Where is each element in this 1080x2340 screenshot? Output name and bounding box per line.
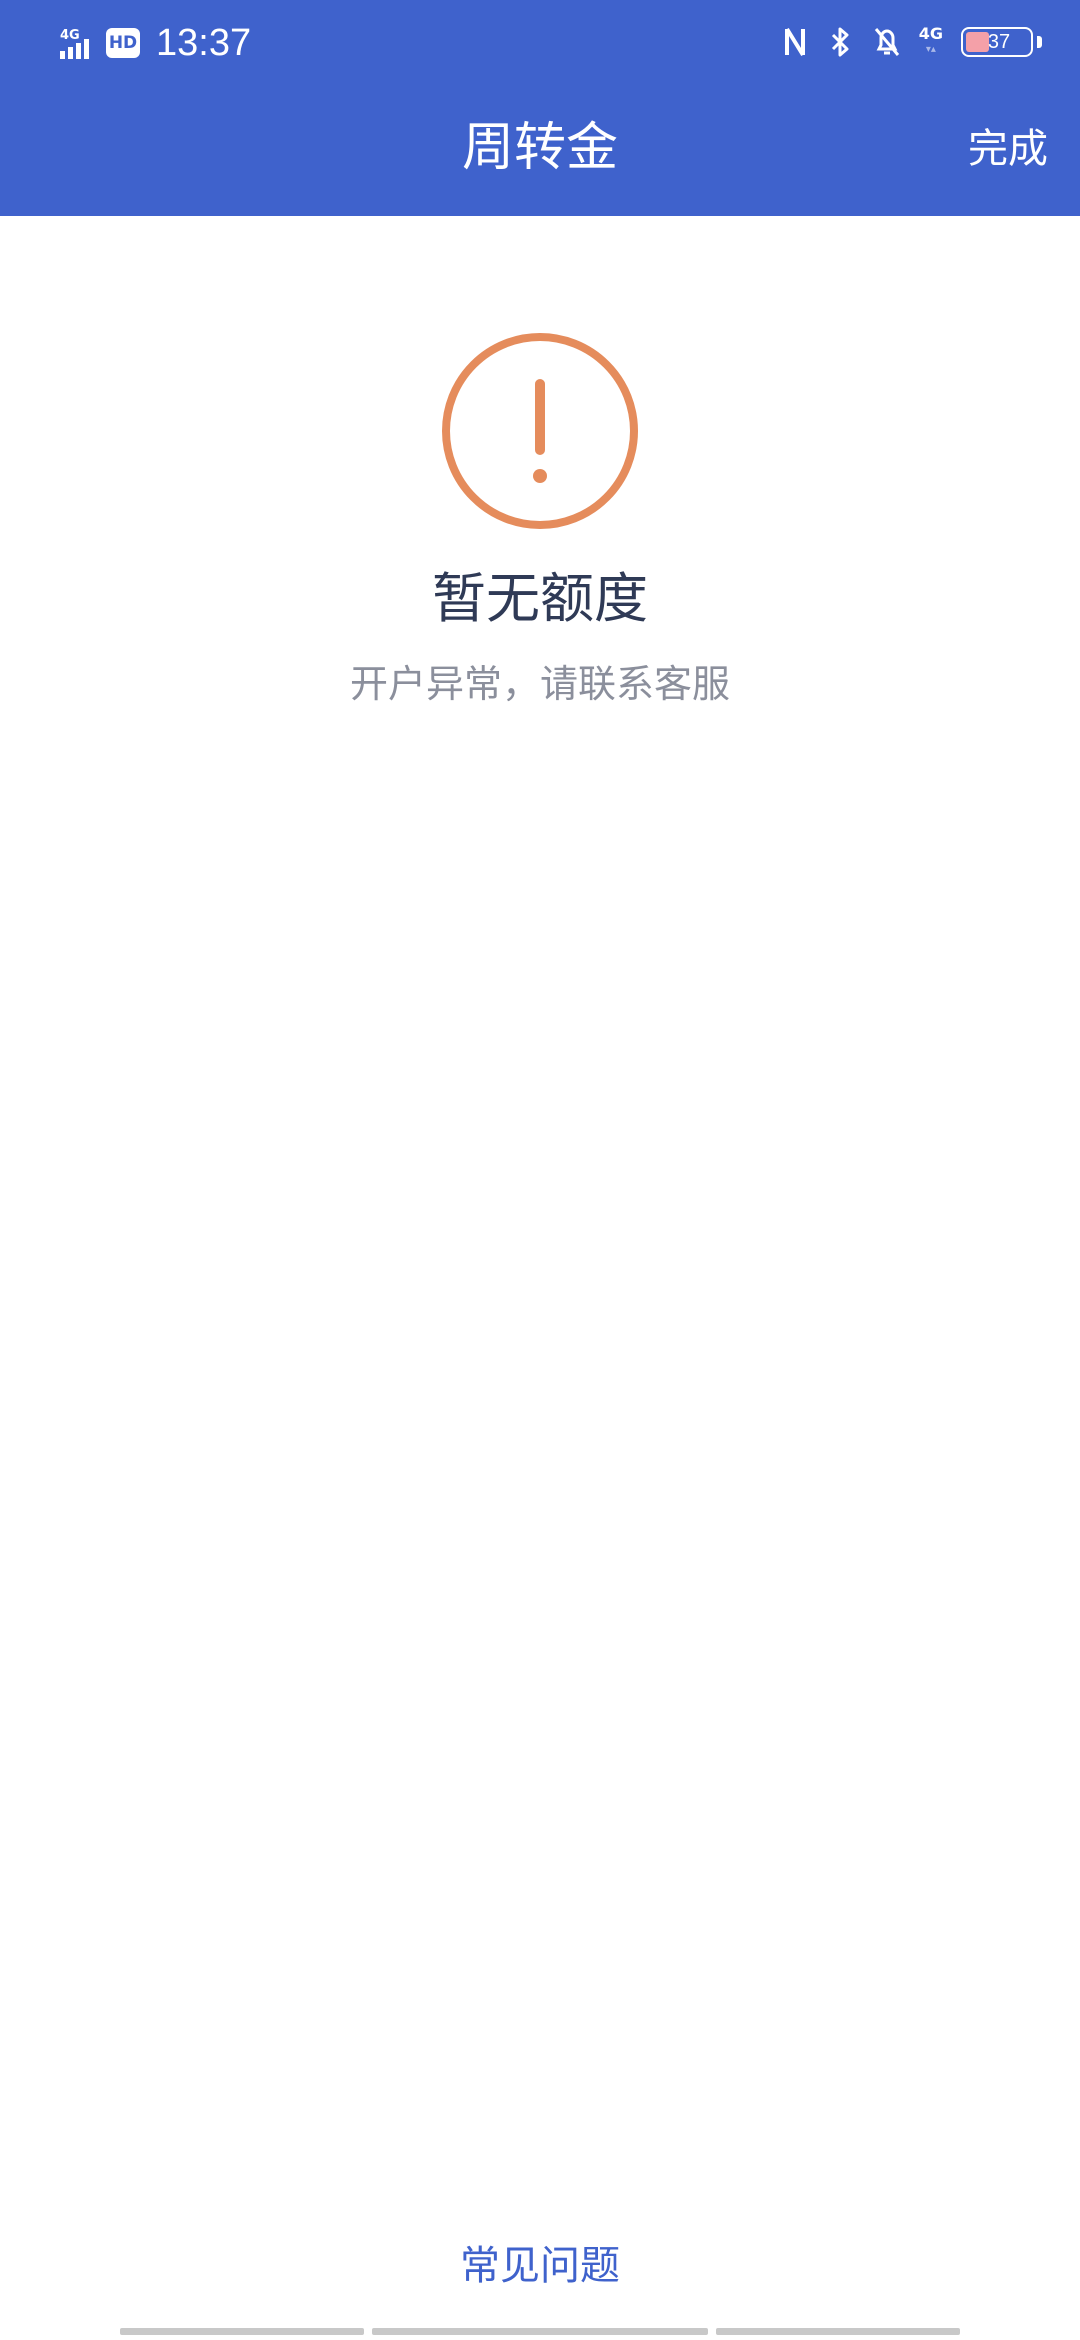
mute-bell-icon — [874, 28, 899, 56]
data-arrows-icon: ▾▴ — [925, 44, 936, 55]
screen: 4G HD 13:37 4G ▾▴ 37 周转金 完成 暂无额度 开户异常，请联… — [0, 0, 1080, 2340]
header: 4G HD 13:37 4G ▾▴ 37 周转金 完成 — [0, 0, 1080, 216]
faq-link-container: 常见问题 — [0, 2236, 1080, 2296]
hd-icon: HD — [106, 28, 140, 58]
signal-icon: 4G — [60, 28, 89, 59]
empty-state-title: 暂无额度 — [432, 567, 648, 630]
nfc-icon — [784, 27, 805, 57]
battery-tip — [1037, 36, 1042, 48]
empty-state-subtitle: 开户异常，请联系客服 — [349, 662, 730, 706]
status-right: 4G ▾▴ 37 — [781, 22, 1042, 62]
page-title: 周转金 — [461, 118, 618, 178]
network-4g-label: 4G — [918, 24, 943, 43]
network-4g-indicator: 4G ▾▴ — [919, 26, 943, 58]
gesture-segment — [716, 2328, 960, 2335]
nav-bar: 周转金 完成 — [0, 84, 1080, 216]
bluetooth-icon — [831, 27, 849, 57]
battery-icon: 37 — [961, 27, 1033, 57]
bottom-gesture-strip — [0, 2326, 1080, 2340]
done-button[interactable]: 完成 — [968, 124, 1048, 174]
gesture-segment — [372, 2328, 708, 2335]
exclamation-circle-icon — [442, 333, 638, 529]
status-left: 4G HD 13:37 — [58, 18, 251, 68]
battery-level: 37 — [987, 31, 1011, 53]
status-time: 13:37 — [156, 21, 252, 64]
network-type-label: 4G — [60, 28, 80, 43]
faq-link[interactable]: 常见问题 — [460, 2243, 620, 2289]
status-bar: 4G HD 13:37 4G ▾▴ 37 — [0, 0, 1080, 84]
gesture-segment — [120, 2328, 364, 2335]
